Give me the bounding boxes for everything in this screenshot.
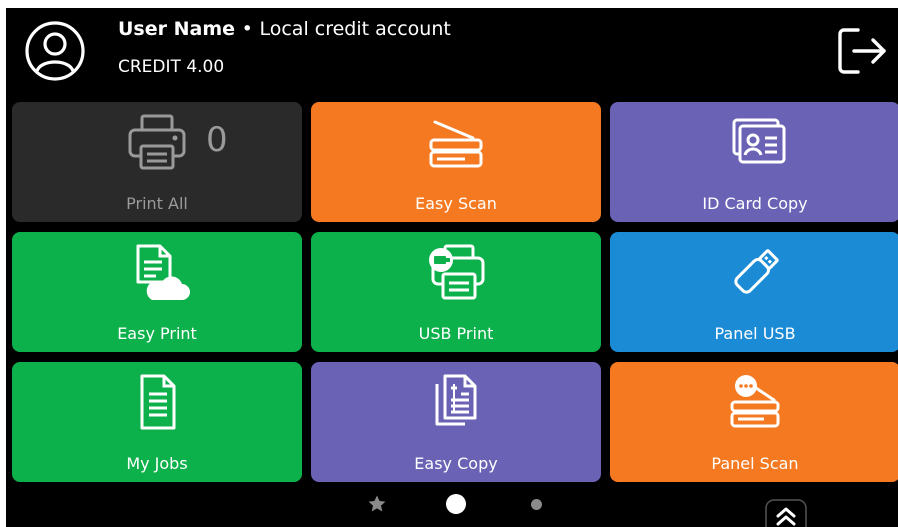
usb-printer-icon (429, 244, 485, 300)
usb-drive-icon (734, 249, 779, 294)
user-info: User Name • Local credit account (118, 18, 451, 40)
tile-label: Panel USB (714, 324, 796, 343)
star-icon[interactable] (367, 494, 387, 514)
tile-easy-copy[interactable]: Easy Copy (311, 362, 601, 482)
chevron-double-up-icon[interactable] (764, 498, 808, 527)
tile-print-all[interactable]: 0 Print All (12, 102, 302, 222)
page-indicator[interactable] (531, 499, 542, 510)
print-all-counter: 0 (206, 120, 228, 160)
user-name: User Name (118, 18, 236, 40)
document-icon (140, 374, 176, 430)
tile-easy-scan[interactable]: Easy Scan (311, 102, 601, 222)
tile-label: My Jobs (126, 454, 188, 473)
tile-label: Easy Copy (414, 454, 498, 473)
credit-balance: CREDIT 4.00 (118, 57, 225, 77)
tile-label: Easy Scan (415, 194, 497, 213)
tile-label: Panel Scan (711, 454, 799, 473)
tile-id-card-copy[interactable]: ID Card Copy (610, 102, 898, 222)
cloud-document-icon (136, 244, 190, 300)
tile-label: Easy Print (117, 324, 197, 343)
panel-scanner-icon (730, 375, 780, 428)
tile-my-jobs[interactable]: My Jobs (12, 362, 302, 482)
tile-usb-print[interactable]: USB Print (311, 232, 601, 352)
home-screen: User Name • Local credit account CREDIT … (6, 8, 898, 527)
tile-panel-usb[interactable]: Panel USB (610, 232, 898, 352)
printer-icon (128, 114, 186, 170)
tile-easy-print[interactable]: Easy Print (12, 232, 302, 352)
account-type: Local credit account (259, 18, 451, 40)
scanner-icon (429, 120, 483, 168)
copy-documents-icon (435, 374, 477, 426)
tile-panel-scan[interactable]: Panel Scan (610, 362, 898, 482)
user-avatar-icon[interactable] (24, 20, 86, 82)
id-card-icon (732, 118, 786, 164)
tile-label: USB Print (418, 324, 494, 343)
tile-label: ID Card Copy (702, 194, 808, 213)
logout-icon[interactable] (832, 22, 890, 80)
separator: • (241, 18, 253, 40)
page-indicator-active[interactable] (446, 494, 466, 514)
tile-label: Print All (126, 194, 188, 213)
